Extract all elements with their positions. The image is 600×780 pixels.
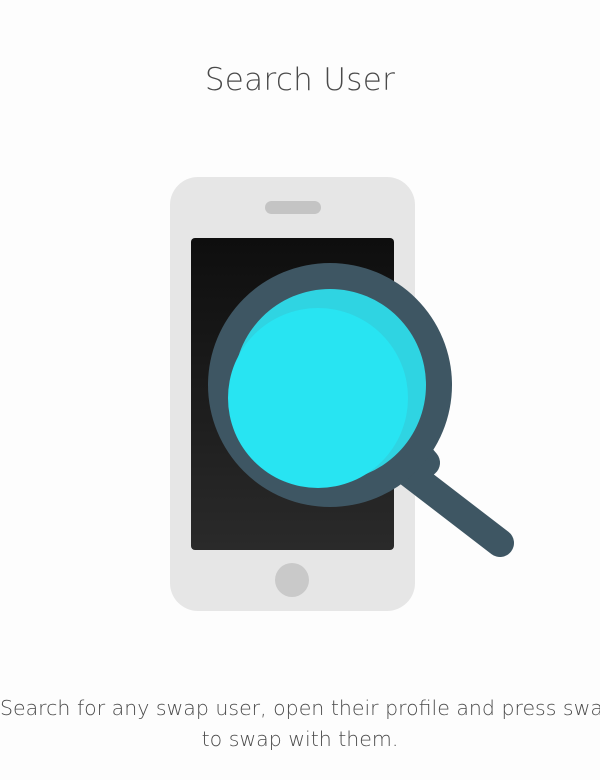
description-line-1: Search for any swap user, open their pro… [0, 696, 600, 720]
phone-home-button [275, 563, 309, 597]
phone-speaker [265, 201, 321, 214]
phone-with-magnifier-icon [170, 177, 514, 611]
description-text: Search for any swap user, open their pro… [0, 693, 600, 755]
onboarding-screen: Search User Search for any swap user, op… [0, 0, 600, 780]
magnifier-lens-highlight [228, 308, 408, 488]
description-line-2: to swap with them. [201, 727, 399, 751]
